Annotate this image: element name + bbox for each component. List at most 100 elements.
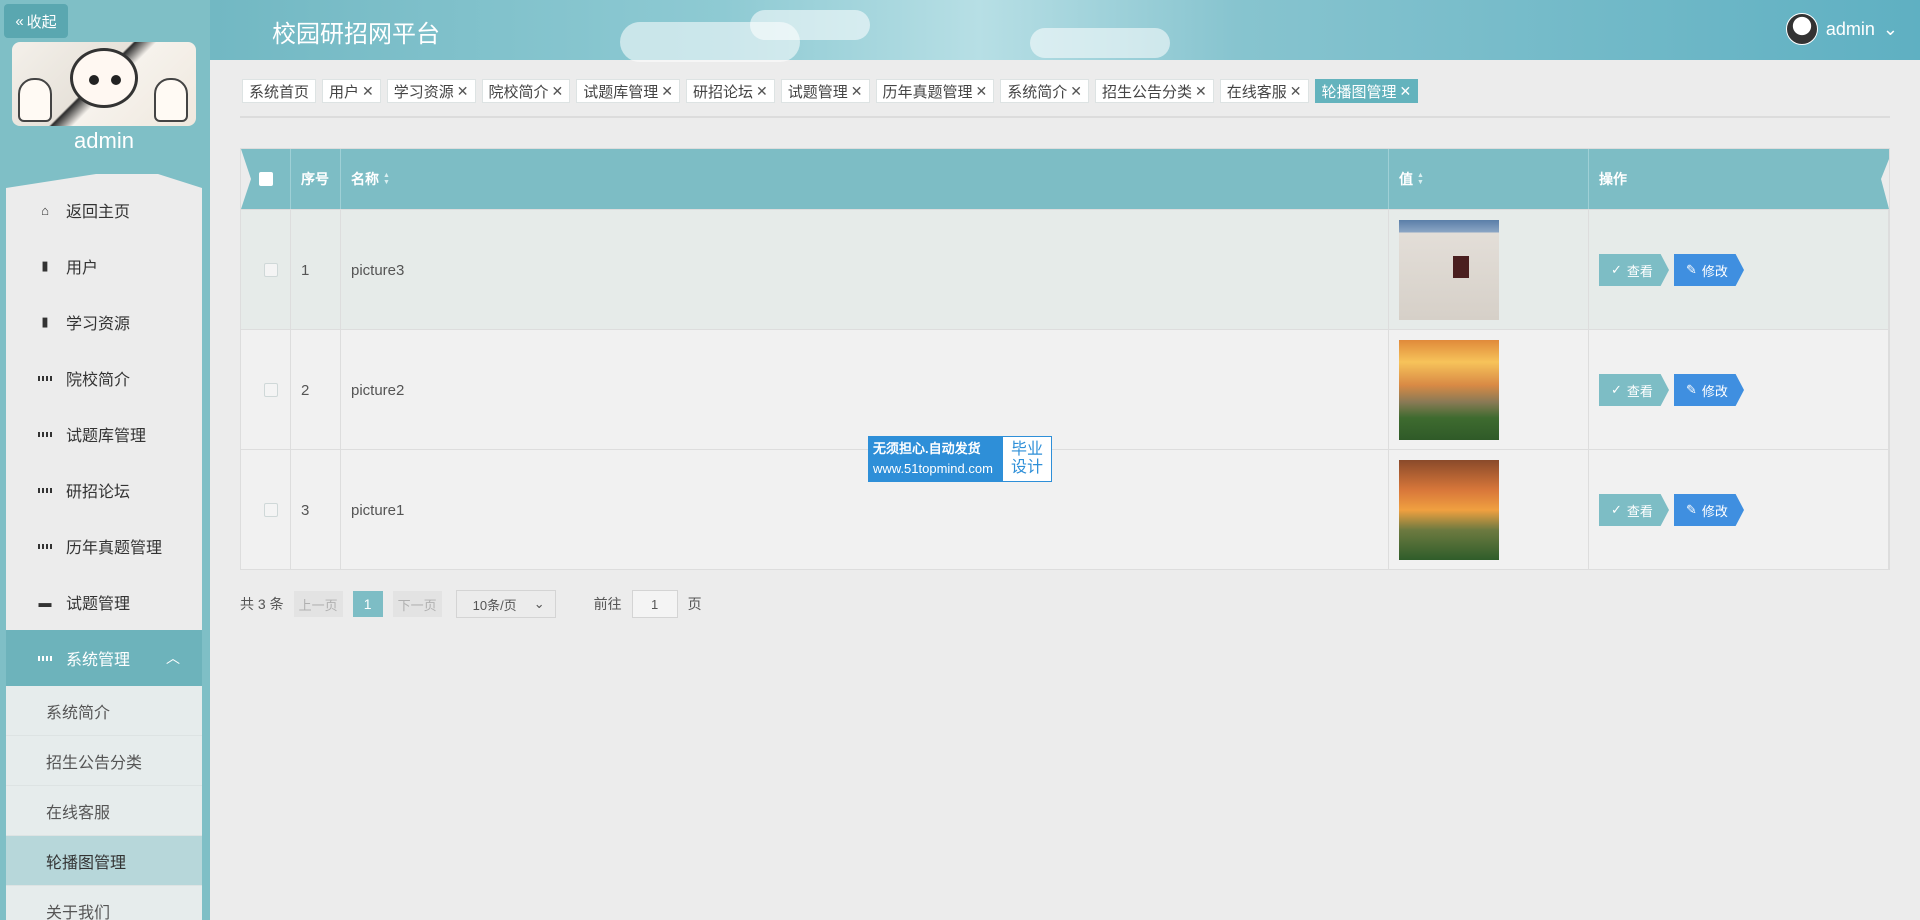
pagination: 共 3 条 上一页 1 下一页 10条/页 ⌄ 前往 页 bbox=[240, 590, 702, 618]
row-ops: ✓ 查看 ✎ 修改 bbox=[1589, 330, 1889, 450]
book-icon: ▮ bbox=[41, 314, 49, 329]
tab-users[interactable]: 用户 ✕ bbox=[322, 79, 381, 103]
sidebar-item-resources[interactable]: ▮ 学习资源 bbox=[6, 294, 202, 350]
sidebar-item-forum[interactable]: 研招论坛 bbox=[6, 462, 202, 518]
edit-button[interactable]: ✎ 修改 bbox=[1674, 254, 1744, 286]
sidebar-item-label: 系统管理 bbox=[66, 652, 131, 669]
user-menu[interactable]: admin ⌄ bbox=[1785, 13, 1898, 45]
tab-past-exams[interactable]: 历年真题管理 ✕ bbox=[875, 79, 995, 103]
divider bbox=[240, 116, 1890, 118]
sunset-campus-photo[interactable] bbox=[1399, 340, 1499, 440]
table-header: 序号 名称 ▲ ▼ 值 ▲ ▼ 操作 bbox=[241, 149, 1889, 209]
row-index: 1 bbox=[291, 210, 341, 330]
sidebar-item-system[interactable]: 系统管理 ︿ bbox=[6, 630, 202, 686]
tab-resources[interactable]: 学习资源 ✕ bbox=[386, 79, 476, 103]
header-value[interactable]: 值 ▲ ▼ bbox=[1389, 149, 1589, 209]
collapse-button[interactable]: « 收起 bbox=[4, 4, 68, 38]
sidebar-item-exams[interactable]: ▬ 试题管理 bbox=[6, 574, 202, 630]
tab-system-intro[interactable]: 系统简介 ✕ bbox=[1000, 79, 1090, 103]
grid-icon bbox=[38, 483, 52, 497]
tab-system-home[interactable]: 系统首页 bbox=[242, 79, 317, 103]
close-icon[interactable]: ✕ bbox=[976, 83, 988, 100]
submenu-item-announcement-category[interactable]: 招生公告分类 bbox=[6, 736, 202, 786]
row-checkbox[interactable] bbox=[263, 263, 278, 277]
tab-exams[interactable]: 试题管理 ✕ bbox=[780, 79, 870, 103]
page-number-current[interactable]: 1 bbox=[352, 591, 383, 617]
tab-label: 院校简介 bbox=[488, 83, 549, 101]
select-all-checkbox[interactable] bbox=[258, 172, 273, 186]
view-button[interactable]: ✓ 查看 bbox=[1599, 494, 1669, 526]
sort-icon[interactable]: ▲ ▼ bbox=[383, 172, 390, 186]
close-icon[interactable]: ✕ bbox=[457, 83, 469, 100]
row-value bbox=[1389, 330, 1589, 450]
button-label: 修改 bbox=[1701, 263, 1728, 279]
tab-label: 系统简介 bbox=[1007, 83, 1068, 101]
collapse-label: 收起 bbox=[26, 13, 57, 31]
close-icon[interactable]: ✕ bbox=[1070, 83, 1082, 100]
sidebar-item-label: 试题库管理 bbox=[66, 428, 147, 445]
row-checkbox[interactable] bbox=[263, 503, 278, 517]
sidebar-item-users[interactable]: ▮ 用户 bbox=[6, 238, 202, 294]
row-checkbox-cell bbox=[241, 210, 291, 330]
prev-page-button[interactable]: 上一页 bbox=[293, 591, 343, 617]
close-icon[interactable]: ✕ bbox=[1400, 83, 1412, 100]
next-page-button[interactable]: 下一页 bbox=[392, 591, 442, 617]
close-icon[interactable]: ✕ bbox=[756, 83, 768, 100]
page-size-select[interactable]: 10条/页 ⌄ bbox=[455, 590, 556, 618]
edit-button[interactable]: ✎ 修改 bbox=[1674, 374, 1744, 406]
sidebar-item-label: 院校简介 bbox=[66, 372, 131, 389]
table-row: 2 picture2 ✓ 查看 ✎ 修改 bbox=[241, 329, 1889, 450]
goto-page-input[interactable] bbox=[631, 590, 678, 618]
tab-label: 招生公告分类 bbox=[1102, 83, 1193, 101]
grid-icon bbox=[38, 651, 52, 665]
building-photo[interactable] bbox=[1399, 220, 1499, 320]
view-button[interactable]: ✓ 查看 bbox=[1599, 374, 1669, 406]
view-button[interactable]: ✓ 查看 bbox=[1599, 254, 1669, 286]
submenu-item-carousel[interactable]: 轮播图管理 bbox=[6, 836, 202, 886]
close-icon[interactable]: ✕ bbox=[552, 83, 564, 100]
tab-label: 在线客服 bbox=[1226, 83, 1287, 101]
page-size-value: 10条/页 bbox=[472, 597, 517, 613]
sort-icon[interactable]: ▲ ▼ bbox=[1417, 172, 1424, 186]
watermark-text: 毕业 bbox=[1010, 441, 1043, 458]
sidebar-item-home[interactable]: ⌂ 返回主页 bbox=[6, 182, 202, 238]
tab-online-service[interactable]: 在线客服 ✕ bbox=[1219, 79, 1309, 103]
table-row: 3 picture1 ✓ 查看 ✎ 修改 bbox=[241, 449, 1889, 570]
chevron-down-icon: ⌄ bbox=[1882, 18, 1898, 39]
grid-icon bbox=[38, 539, 52, 553]
submenu-item-about[interactable]: 关于我们 bbox=[6, 886, 202, 920]
row-value bbox=[1389, 210, 1589, 330]
close-icon[interactable]: ✕ bbox=[1290, 83, 1302, 100]
tab-forum[interactable]: 研招论坛 ✕ bbox=[686, 79, 775, 103]
tab-label: 试题库管理 bbox=[583, 83, 659, 101]
row-checkbox[interactable] bbox=[263, 383, 278, 397]
tab-label: 学习资源 bbox=[393, 83, 454, 101]
close-icon[interactable]: ✕ bbox=[851, 83, 863, 100]
tab-question-bank[interactable]: 试题库管理 ✕ bbox=[576, 79, 681, 103]
tab-announcement-category[interactable]: 招生公告分类 ✕ bbox=[1095, 79, 1214, 103]
edit-button[interactable]: ✎ 修改 bbox=[1674, 494, 1744, 526]
avatar-hand-left bbox=[18, 78, 52, 122]
submenu-item-system-intro[interactable]: 系统简介 bbox=[6, 686, 202, 736]
tab-carousel[interactable]: 轮播图管理 ✕ bbox=[1314, 79, 1419, 103]
avatar-eye bbox=[89, 75, 99, 85]
tab-schools[interactable]: 院校简介 ✕ bbox=[481, 79, 571, 103]
submenu-item-online-service[interactable]: 在线客服 bbox=[6, 786, 202, 836]
column-header-label: 操作 bbox=[1599, 171, 1627, 187]
column-header-label: 值 bbox=[1399, 171, 1413, 187]
double-chevron-left-icon: « bbox=[15, 12, 24, 30]
header-name[interactable]: 名称 ▲ ▼ bbox=[341, 149, 1389, 209]
top-header: 校园研招网平台 admin ⌄ bbox=[210, 0, 1920, 62]
sidebar-item-question-bank[interactable]: 试题库管理 bbox=[6, 406, 202, 462]
close-icon[interactable]: ✕ bbox=[661, 83, 673, 100]
check-icon: ✓ bbox=[1611, 502, 1622, 517]
button-label: 修改 bbox=[1701, 503, 1728, 519]
evening-trees-photo[interactable] bbox=[1399, 460, 1499, 560]
close-icon[interactable]: ✕ bbox=[362, 83, 374, 100]
sidebar-item-past-exams[interactable]: 历年真题管理 bbox=[6, 518, 202, 574]
grid-icon bbox=[38, 371, 52, 385]
sidebar-item-schools[interactable]: 院校简介 bbox=[6, 350, 202, 406]
close-icon[interactable]: ✕ bbox=[1195, 83, 1207, 100]
cloud-decoration bbox=[1030, 28, 1170, 58]
row-name: picture3 bbox=[341, 210, 1389, 330]
